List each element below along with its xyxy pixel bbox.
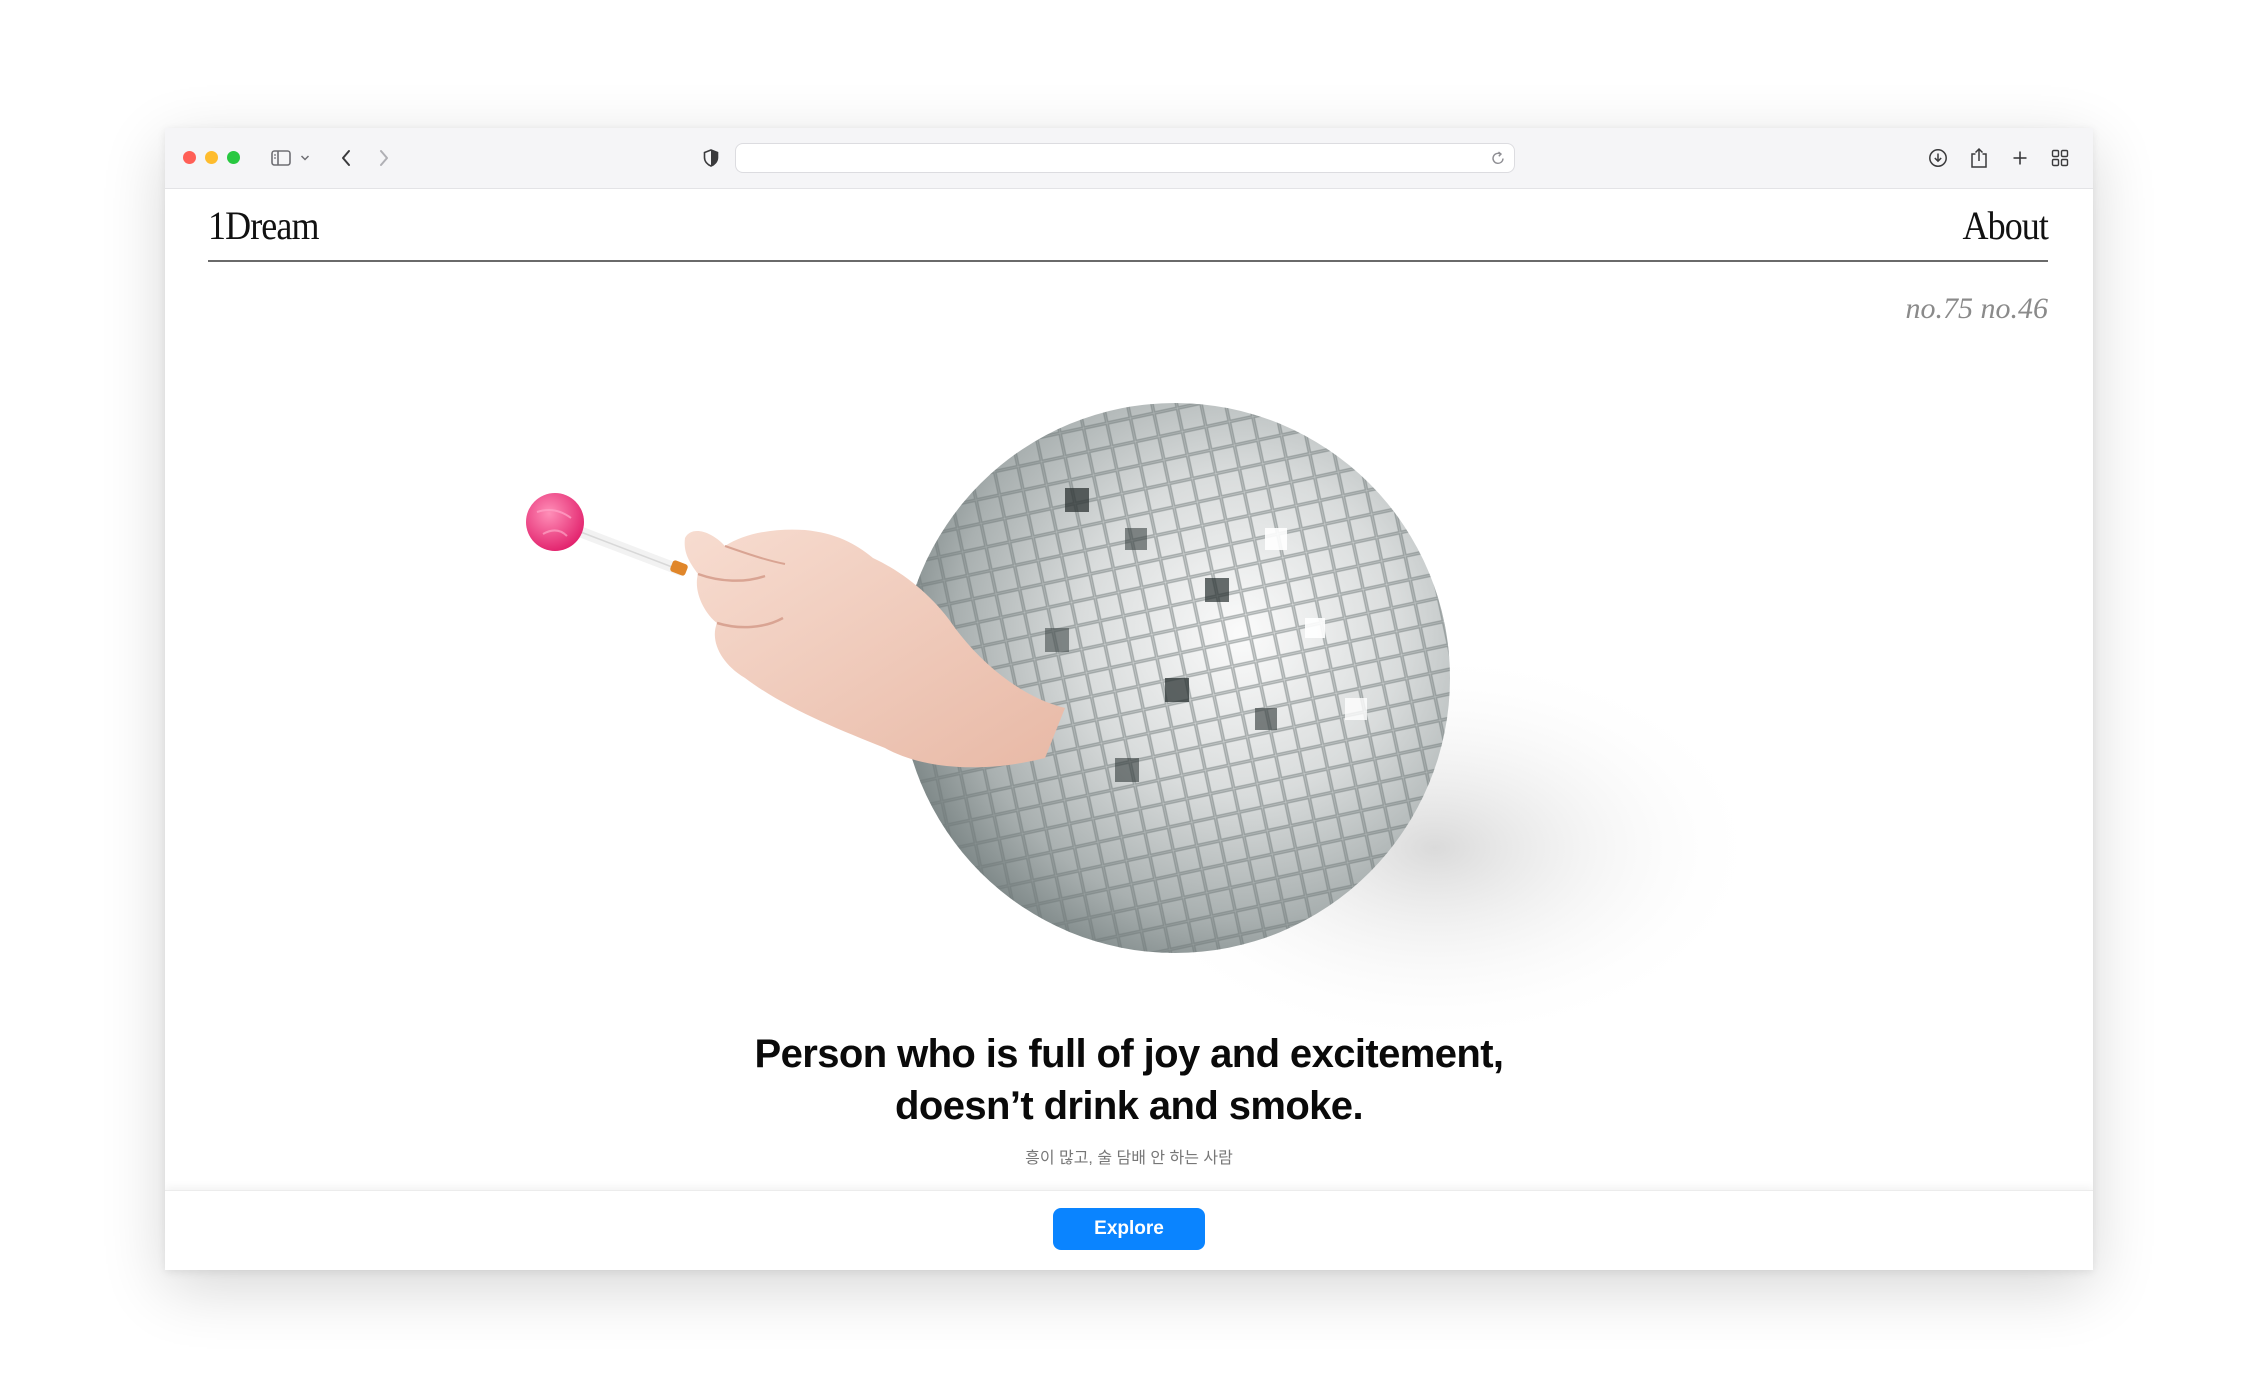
header-divider bbox=[208, 260, 2048, 262]
headline-line-2: doesn’t drink and smoke. bbox=[895, 1084, 1364, 1128]
hero-image bbox=[165, 378, 2093, 1138]
site-header: 1Dream About no.75 no.46 bbox=[208, 188, 2049, 393]
browser-toolbar bbox=[165, 128, 2093, 189]
explore-button[interactable]: Explore bbox=[1053, 1208, 1205, 1250]
tab-overview-icon[interactable] bbox=[2049, 144, 2071, 172]
site-logo[interactable]: 1Dream bbox=[208, 202, 319, 249]
hero-subhead: 흥이 많고, 술 담배 안 하는 사람 bbox=[1025, 1150, 1233, 1167]
download-icon[interactable] bbox=[1926, 144, 1950, 172]
bottom-action-bar: Explore bbox=[165, 1190, 2093, 1270]
plus-icon[interactable] bbox=[2009, 144, 2031, 172]
minimize-window-button[interactable] bbox=[205, 151, 218, 164]
sidebar-icon[interactable] bbox=[268, 144, 294, 172]
issue-numbers: no.75 no.46 bbox=[1905, 292, 2049, 325]
reload-icon[interactable] bbox=[1490, 149, 1506, 172]
headline-line-1: Person who is full of joy and excitement… bbox=[754, 1032, 1504, 1076]
disco-ball-lollipop-illustration bbox=[526, 403, 1765, 1048]
back-arrow-icon[interactable] bbox=[335, 144, 357, 172]
share-icon[interactable] bbox=[1967, 144, 1991, 172]
about-link[interactable]: About bbox=[1963, 202, 2049, 249]
browser-window: 1Dream About no.75 no.46 Person who is f… bbox=[165, 128, 2093, 1270]
zoom-window-button[interactable] bbox=[227, 151, 240, 164]
chevron-down-icon[interactable] bbox=[298, 144, 312, 172]
hero-headline: Person who is full of joy and excitement… bbox=[165, 1028, 2093, 1132]
close-window-button[interactable] bbox=[183, 151, 196, 164]
address-bar[interactable] bbox=[735, 143, 1515, 173]
shield-icon[interactable] bbox=[700, 144, 722, 172]
forward-arrow-icon[interactable] bbox=[373, 144, 395, 172]
